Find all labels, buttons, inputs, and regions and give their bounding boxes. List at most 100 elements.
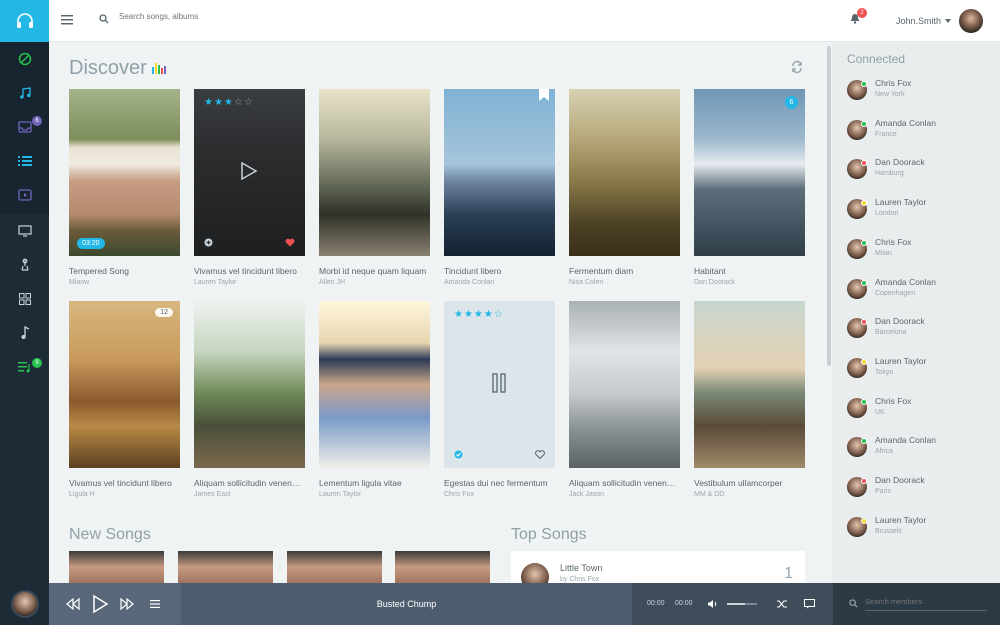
song-artist[interactable]: Chris Fox [444, 491, 555, 498]
sidebar-item-list[interactable] [0, 144, 49, 178]
sidebar-item-note[interactable] [0, 316, 49, 350]
contact-item[interactable]: Lauren Taylor London [847, 194, 997, 230]
previous-icon[interactable] [66, 598, 80, 610]
song-artist[interactable]: James East [194, 491, 305, 498]
shuffle-icon[interactable] [776, 599, 788, 609]
song-title[interactable]: Fermentum diam [569, 266, 680, 276]
contact-item[interactable]: Dan Doorack Hamburg [847, 154, 997, 190]
song-card[interactable]: ★★★☆☆ Vivamus vel tincidunt libero Laure… [194, 89, 305, 286]
pause-icon[interactable] [492, 373, 506, 393]
avatar[interactable] [10, 590, 39, 618]
song-artist[interactable]: Nisa Colen [569, 279, 680, 286]
main-scrollbar-thumb[interactable] [827, 46, 831, 366]
user-avatar[interactable] [957, 7, 985, 35]
song-artist[interactable]: Ligula H [69, 491, 180, 498]
play-icon[interactable] [240, 161, 258, 181]
song-thumbnail[interactable] [194, 301, 305, 468]
heart-icon[interactable] [285, 238, 295, 247]
song-thumbnail[interactable] [319, 301, 430, 468]
song-card[interactable]: Fermentum diam Nisa Colen [569, 89, 680, 286]
top-song-item[interactable]: Little Town by Chris Fox 1 [511, 551, 805, 583]
rating-stars-icon[interactable]: ★★★★☆ [454, 309, 504, 320]
song-title[interactable]: Tempered Song [69, 266, 180, 276]
song-artist[interactable]: Lauren Taylor [194, 279, 305, 286]
contact-name[interactable]: Chris Fox [875, 396, 911, 406]
sidebar-item-inbox[interactable] [0, 110, 49, 144]
song-thumbnail[interactable] [569, 89, 680, 256]
sidebar-item-discover[interactable] [0, 42, 49, 76]
song-title[interactable]: Aliquam sollicitudin venenatis [569, 478, 680, 488]
chat-icon[interactable] [804, 599, 815, 609]
contact-name[interactable]: Lauren Taylor [875, 356, 926, 366]
song-thumbnail[interactable]: 03:20 [69, 89, 180, 256]
song-title[interactable]: Aliquam sollicitudin venenatis [194, 478, 305, 488]
song-artist[interactable]: Lauren Taylor [319, 491, 430, 498]
contact-item[interactable]: Amanda Conlan France [847, 115, 997, 151]
new-song-thumbnail[interactable] [178, 551, 273, 583]
song-thumbnail[interactable]: 12 [69, 301, 180, 468]
contact-item[interactable]: Lauren Taylor Tokyo [847, 353, 997, 389]
new-song-thumbnail[interactable] [287, 551, 382, 583]
song-card[interactable]: Lementum ligula vitae Lauren Taylor [319, 301, 430, 498]
contact-name[interactable]: Dan Doorack [875, 157, 925, 167]
menu-toggle-icon[interactable] [61, 14, 73, 26]
song-thumbnail[interactable] [319, 89, 430, 256]
song-thumbnail[interactable]: ★★★★☆ [444, 301, 555, 468]
song-thumbnail[interactable] [569, 301, 680, 468]
user-dropdown-caret-icon[interactable] [945, 19, 951, 23]
song-artist[interactable]: MM & DD [694, 491, 805, 498]
song-card[interactable]: Aliquam sollicitudin venenatis Jack Jaso… [569, 301, 680, 498]
volume-icon[interactable] [707, 599, 718, 609]
song-title[interactable]: Tincidunt libero [444, 266, 555, 276]
sidebar-item-microphone[interactable] [0, 248, 49, 282]
check-circle-icon[interactable] [454, 450, 463, 459]
sidebar-item-grid[interactable] [0, 282, 49, 316]
song-artist[interactable]: Miaow [69, 279, 180, 286]
heart-outline-icon[interactable] [535, 450, 545, 459]
contact-name[interactable]: Amanda Conlan [875, 277, 936, 287]
contact-name[interactable]: Lauren Taylor [875, 515, 926, 525]
song-title[interactable]: Vivamus vel tincidunt libero [194, 266, 305, 276]
contact-item[interactable]: Chris Fox UK [847, 393, 997, 429]
headphones-logo[interactable] [0, 0, 49, 42]
contact-item[interactable]: Chris Fox New York [847, 75, 997, 111]
contact-name[interactable]: Chris Fox [875, 237, 911, 247]
add-circle-icon[interactable] [204, 238, 213, 247]
contact-name[interactable]: Lauren Taylor [875, 197, 926, 207]
sidebar-item-monitor[interactable] [0, 214, 49, 248]
new-song-thumbnail[interactable] [395, 551, 490, 583]
member-search-input[interactable] [865, 597, 987, 611]
song-card[interactable]: Tincidunt libero Amanda Conlan [444, 89, 555, 286]
contact-item[interactable]: Lauren Taylor Brussels [847, 512, 997, 548]
contact-name[interactable]: Chris Fox [875, 78, 911, 88]
contact-name[interactable]: Dan Doorack [875, 475, 925, 485]
bookmark-icon[interactable] [539, 89, 549, 101]
song-artist[interactable]: Allen JH [319, 279, 430, 286]
song-title[interactable]: Vestibulum ullamcorper [694, 478, 805, 488]
new-song-thumbnail[interactable] [69, 551, 164, 583]
search-input[interactable] [119, 12, 199, 21]
song-thumbnail[interactable]: 6 [694, 89, 805, 256]
song-title[interactable]: Habitant [694, 266, 805, 276]
contact-item[interactable]: Chris Fox Milan [847, 234, 997, 270]
sidebar-item-playlist[interactable] [0, 350, 49, 384]
rating-stars-icon[interactable]: ★★★☆☆ [204, 97, 254, 108]
song-artist[interactable]: Jack Jason [569, 491, 680, 498]
song-thumbnail[interactable]: ★★★☆☆ [194, 89, 305, 256]
song-card[interactable]: Vestibulum ullamcorper MM & DD [694, 301, 805, 498]
song-artist[interactable]: Dan Doorack [694, 279, 805, 286]
play-icon[interactable] [92, 594, 108, 614]
song-title[interactable]: Egestas dui nec fermentum [444, 478, 555, 488]
sidebar-item-video[interactable] [0, 178, 49, 212]
top-song-title[interactable]: Little Town [560, 563, 602, 573]
song-thumbnail[interactable] [444, 89, 555, 256]
sidebar-item-music[interactable] [0, 76, 49, 110]
contact-item[interactable]: Amanda Conlan Africa [847, 432, 997, 468]
song-card[interactable]: Aliquam sollicitudin venenatis James Eas… [194, 301, 305, 498]
song-card[interactable]: Morbi id neque quam liquam Allen JH [319, 89, 430, 286]
username[interactable]: John.Smith [896, 16, 941, 26]
song-card[interactable]: 03:20 Tempered Song Miaow [69, 89, 180, 286]
song-card[interactable]: 12 Vivamus vel tincidunt libero Ligula H [69, 301, 180, 498]
song-artist[interactable]: Amanda Conlan [444, 279, 555, 286]
contact-name[interactable]: Amanda Conlan [875, 118, 936, 128]
